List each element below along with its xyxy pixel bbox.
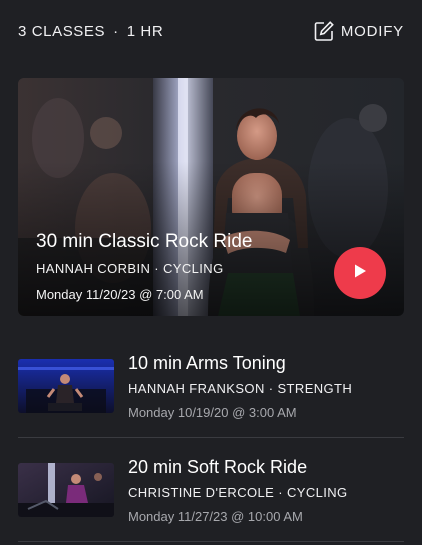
modify-label: MODIFY bbox=[340, 22, 404, 40]
class-info: 20 min Soft Rock Ride CHRISTINE D'ERCOLE… bbox=[128, 457, 348, 524]
list-divider bbox=[18, 541, 404, 542]
class-date: Monday 10/19/20 @ 3:00 AM bbox=[128, 405, 297, 420]
class-info: 10 min Arms Toning HANNAH FRANKSON · STR… bbox=[128, 353, 352, 420]
featured-class-instructor: HANNAH CORBIN · CYCLING bbox=[36, 261, 224, 276]
total-duration: 1 HR bbox=[126, 22, 164, 40]
class-thumbnail bbox=[18, 463, 114, 517]
list-divider bbox=[18, 437, 404, 438]
class-instructor: HANNAH FRANKSON · STRENGTH bbox=[128, 381, 353, 396]
featured-class-info: 30 min Classic Rock Ride HANNAH CORBIN ·… bbox=[36, 231, 324, 302]
summary-separator: · bbox=[113, 22, 119, 40]
class-date: Monday 11/27/23 @ 10:00 AM bbox=[128, 509, 303, 524]
featured-class-title: 30 min Classic Rock Ride bbox=[36, 231, 253, 252]
edit-icon bbox=[313, 20, 335, 42]
schedule-header: 3 CLASSES · 1 HR MODIFY bbox=[18, 18, 404, 44]
class-instructor: CHRISTINE D'ERCOLE · CYCLING bbox=[128, 485, 348, 500]
modify-button[interactable]: MODIFY bbox=[313, 20, 404, 42]
class-title: 20 min Soft Rock Ride bbox=[128, 457, 308, 477]
class-title: 10 min Arms Toning bbox=[128, 353, 286, 373]
class-list-item[interactable]: 20 min Soft Rock Ride CHRISTINE D'ERCOLE… bbox=[18, 457, 404, 533]
featured-class-date: Monday 11/20/23 @ 7:00 AM bbox=[36, 287, 204, 302]
play-button[interactable] bbox=[334, 247, 386, 299]
class-list-item[interactable]: 10 min Arms Toning HANNAH FRANKSON · STR… bbox=[18, 353, 404, 429]
class-count: 3 CLASSES bbox=[18, 22, 106, 40]
class-thumbnail bbox=[18, 359, 114, 413]
schedule-summary: 3 CLASSES · 1 HR bbox=[18, 23, 163, 40]
play-icon bbox=[352, 263, 368, 284]
featured-class-card[interactable]: 30 min Classic Rock Ride HANNAH CORBIN ·… bbox=[18, 78, 404, 316]
